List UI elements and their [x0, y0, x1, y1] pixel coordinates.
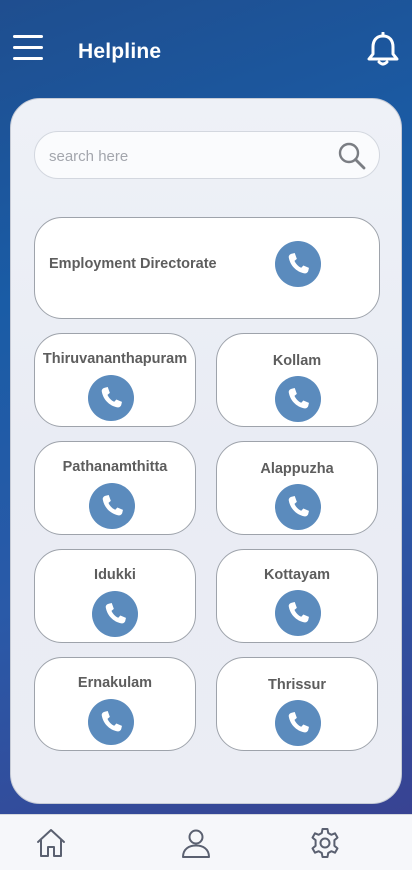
- top-app-bar: Helpline: [0, 0, 412, 100]
- card-label: Thiruvananthapuram: [42, 351, 188, 367]
- bell-icon[interactable]: [365, 32, 401, 68]
- card-district[interactable]: Pathanamthitta: [34, 441, 196, 535]
- phone-icon: [101, 711, 122, 732]
- card-district[interactable]: Kollam: [216, 333, 378, 427]
- user-icon[interactable]: [180, 827, 212, 859]
- card-label: Pathanamthitta: [62, 459, 168, 475]
- gear-icon[interactable]: [309, 827, 341, 859]
- card-employment-directorate[interactable]: Employment Directorate: [34, 217, 380, 319]
- call-button[interactable]: [275, 241, 321, 287]
- card-district[interactable]: Idukki: [34, 549, 196, 643]
- phone-icon: [288, 388, 309, 409]
- card-district[interactable]: Alappuzha: [216, 441, 378, 535]
- phone-icon: [105, 603, 126, 624]
- card-district[interactable]: Thrissur: [216, 657, 378, 751]
- card-district[interactable]: Thiruvananthapuram: [34, 333, 196, 427]
- card-label: Kottayam: [263, 567, 331, 583]
- home-icon[interactable]: [35, 827, 67, 859]
- call-button[interactable]: [92, 591, 138, 637]
- page-title: Helpline: [78, 40, 162, 63]
- search-input[interactable]: [49, 142, 329, 170]
- card-label: Ernakulam: [77, 675, 153, 691]
- card-label: Thrissur: [267, 677, 326, 693]
- card-label: Kollam: [272, 353, 322, 369]
- card-label: Employment Directorate: [49, 256, 217, 272]
- phone-icon: [288, 602, 309, 623]
- phone-icon: [101, 387, 122, 408]
- hamburger-menu-icon[interactable]: [13, 35, 43, 61]
- card-district[interactable]: Kottayam: [216, 549, 378, 643]
- card-district[interactable]: Ernakulam: [34, 657, 196, 751]
- call-button[interactable]: [275, 484, 321, 530]
- search-icon[interactable]: [337, 141, 367, 171]
- call-button[interactable]: [275, 376, 321, 422]
- call-button[interactable]: [88, 699, 134, 745]
- phone-icon: [288, 496, 309, 517]
- call-button[interactable]: [275, 700, 321, 746]
- card-label: Alappuzha: [260, 461, 334, 477]
- call-button[interactable]: [275, 590, 321, 636]
- phone-icon: [288, 253, 309, 274]
- phone-icon: [288, 712, 309, 733]
- bottom-navigation: [0, 814, 412, 870]
- helpline-panel: Employment Directorate Thiruvananthapura…: [10, 98, 402, 804]
- call-button[interactable]: [89, 483, 135, 529]
- card-label: Idukki: [94, 567, 136, 583]
- call-button[interactable]: [88, 375, 134, 421]
- search-bar: [34, 131, 380, 179]
- phone-icon: [102, 495, 123, 516]
